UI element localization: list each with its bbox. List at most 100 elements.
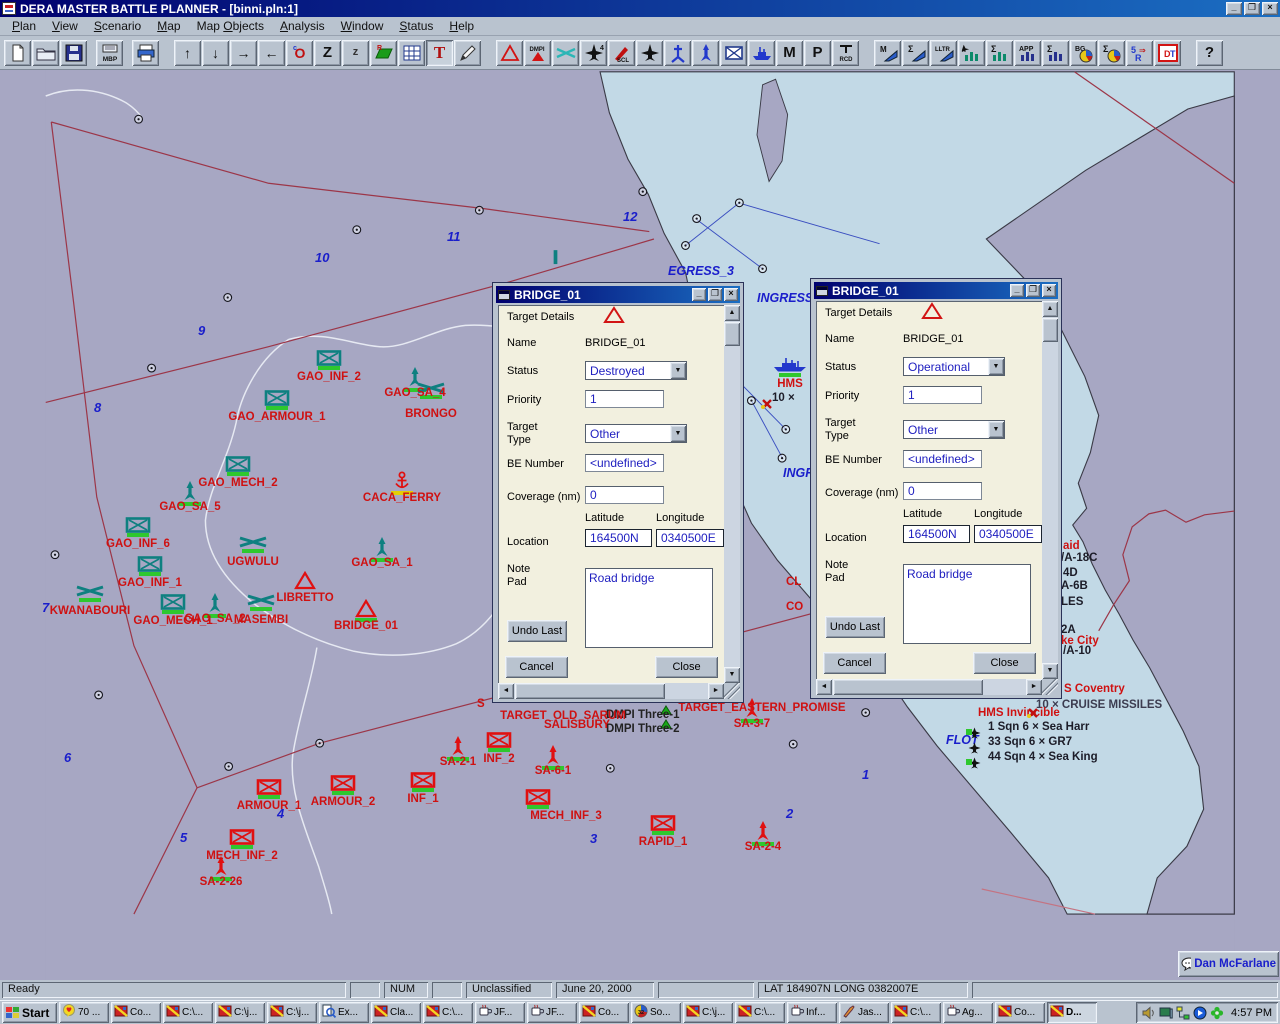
target-type-select[interactable]: Other▼ [903, 420, 1005, 439]
dialog-maximize-button[interactable]: ❐ [708, 288, 722, 301]
redraw-map-button[interactable]: R [370, 40, 397, 66]
scroll-up-icon[interactable]: ▲ [724, 305, 740, 321]
taskbar-task-inf[interactable]: Inf... [787, 1002, 837, 1023]
vertical-scrollbar[interactable]: ▲ ▼ [1042, 301, 1058, 679]
lltr-flag-button[interactable]: LLTR [930, 40, 957, 66]
taskbar-task-d[interactable]: D... [1047, 1002, 1097, 1023]
close-button[interactable]: Close [655, 656, 718, 678]
sum-stats-2-button[interactable]: Σ [1042, 40, 1069, 66]
chevron-down-icon[interactable]: ▼ [988, 421, 1004, 438]
longitude-field[interactable]: 0340500E [974, 525, 1042, 543]
dialog-minimize-button[interactable]: _ [692, 288, 706, 301]
missile-tool-button[interactable] [692, 40, 719, 66]
network-tray-icon[interactable] [1176, 1006, 1190, 1020]
latitude-field[interactable]: 164500N [903, 525, 970, 543]
undo-last-button[interactable]: Undo Last [825, 616, 885, 638]
cancel-button[interactable]: Cancel [505, 656, 568, 678]
ball-tray-icon[interactable] [1193, 1006, 1207, 1020]
map-unit-masembi[interactable] [243, 593, 279, 611]
minimize-button[interactable]: _ [1226, 2, 1242, 15]
sum-flag-button[interactable]: Σ [902, 40, 929, 66]
scroll-left-icon[interactable]: ◄ [498, 683, 514, 699]
resize-grip[interactable] [724, 683, 740, 699]
map-unit-gao-mech-1[interactable] [155, 594, 191, 614]
air-stats-button[interactable] [958, 40, 985, 66]
mbp-print-button[interactable]: MBP [96, 40, 123, 66]
menu-analysis[interactable]: Analysis [272, 18, 333, 34]
presence-box[interactable]: Dan McFarlane [1178, 951, 1279, 977]
status-select[interactable]: Operational▼ [903, 357, 1005, 376]
undo-last-button[interactable]: Undo Last [507, 620, 567, 642]
map-unit-ugwulu[interactable] [235, 535, 271, 553]
rcd-tool-button[interactable]: RCD [832, 40, 859, 66]
map-unit-mech-inf-2[interactable] [224, 829, 260, 849]
note-pad-field[interactable]: Road bridge [585, 568, 713, 648]
taskbar-task-cj[interactable]: C:\j... [683, 1002, 733, 1023]
dialog-maximize-button[interactable]: ❐ [1026, 284, 1040, 297]
taskbar-task-c[interactable]: C:\... [735, 1002, 785, 1023]
help-button[interactable]: ? [1196, 40, 1223, 66]
map-unit-inf-1[interactable] [405, 772, 441, 792]
longitude-field[interactable]: 0340500E [656, 529, 724, 547]
dialog-title-bar[interactable]: BRIDGE_01 _ ❐ × [814, 282, 1058, 299]
scroll-right-icon[interactable]: ► [1026, 679, 1042, 695]
speaker-tray-icon[interactable] [1142, 1006, 1156, 1020]
map-unit-gao-inf-6[interactable] [120, 517, 156, 537]
bg-pie-button[interactable]: BG [1070, 40, 1097, 66]
p-tool-button[interactable]: P [804, 40, 831, 66]
map-unit-mech-inf-3[interactable] [520, 789, 556, 809]
taskbar-task-70[interactable]: 70 ... [59, 1002, 109, 1023]
menu-map[interactable]: Map [149, 18, 188, 34]
zoom-in-button[interactable]: Z [314, 40, 341, 66]
scroll-thumb[interactable] [724, 322, 740, 346]
resize-grip[interactable] [1042, 679, 1058, 695]
taskbar-task-ag[interactable]: Ag... [943, 1002, 993, 1023]
coverage-field[interactable]: 0 [903, 482, 982, 500]
scroll-down-icon[interactable]: ▼ [1042, 663, 1058, 679]
sam-tool-button[interactable] [664, 40, 691, 66]
scroll-thumb[interactable] [833, 679, 983, 695]
scroll-thumb[interactable] [1042, 318, 1058, 342]
map-unit-gao-armour-1[interactable] [259, 390, 295, 410]
taskbar-task-ex[interactable]: Ex... [319, 1002, 369, 1023]
cancel-button[interactable]: Cancel [823, 652, 886, 674]
map-unit-rapid-1[interactable] [645, 815, 681, 835]
map-unit-armour-2[interactable] [325, 775, 361, 795]
taskbar-task-co[interactable]: Co... [995, 1002, 1045, 1023]
pan-up-button[interactable]: ↑ [174, 40, 201, 66]
menu-map-objects[interactable]: Map Objects [189, 18, 272, 34]
taskbar-task-jas[interactable]: Jas... [839, 1002, 889, 1023]
aircraft-4-tool-button[interactable]: 4 [580, 40, 607, 66]
taskbar-task-cj[interactable]: C:\j... [215, 1002, 265, 1023]
priority-field[interactable]: 1 [585, 390, 664, 408]
map-unit-gao-mech-2[interactable] [220, 456, 256, 476]
taskbar-task-cj[interactable]: C:\j... [267, 1002, 317, 1023]
be-number-field[interactable]: <undefined> [585, 454, 664, 472]
taskbar-task-cla[interactable]: Cla... [371, 1002, 421, 1023]
target-type-select[interactable]: Other▼ [585, 424, 687, 443]
dialog-close-icon[interactable]: × [1042, 284, 1056, 297]
ship-tool-button[interactable] [748, 40, 775, 66]
chevron-down-icon[interactable]: ▼ [988, 358, 1004, 375]
map-unit-gao-inf-1[interactable] [132, 556, 168, 576]
new-plan-button[interactable] [4, 40, 31, 66]
grid-overlay-button[interactable] [398, 40, 425, 66]
menu-help[interactable]: Help [441, 18, 482, 34]
horizontal-scrollbar[interactable]: ◄ ► [816, 679, 1042, 695]
close-button[interactable]: Close [973, 652, 1036, 674]
sum-pie-button[interactable]: Σ [1098, 40, 1125, 66]
map-unit-hms[interactable] [772, 357, 808, 377]
sum-stats-button[interactable]: Σ [986, 40, 1013, 66]
taskbar-task-jf[interactable]: JF... [475, 1002, 525, 1023]
taskbar-task-so[interactable]: 32So... [631, 1002, 681, 1023]
scl-tool-button[interactable]: SCL [608, 40, 635, 66]
print-button[interactable] [132, 40, 159, 66]
menu-scenario[interactable]: Scenario [86, 18, 149, 34]
coverage-field[interactable]: 0 [585, 486, 664, 504]
dialog-title-bar[interactable]: BRIDGE_01 _ ❐ × [496, 286, 740, 303]
dt-tool-button[interactable]: DT [1154, 40, 1181, 66]
taskbar-task-jf[interactable]: JF... [527, 1002, 577, 1023]
scroll-up-icon[interactable]: ▲ [1042, 301, 1058, 317]
menu-status[interactable]: Status [391, 18, 441, 34]
map-unit-gao-inf-2[interactable] [311, 350, 347, 370]
